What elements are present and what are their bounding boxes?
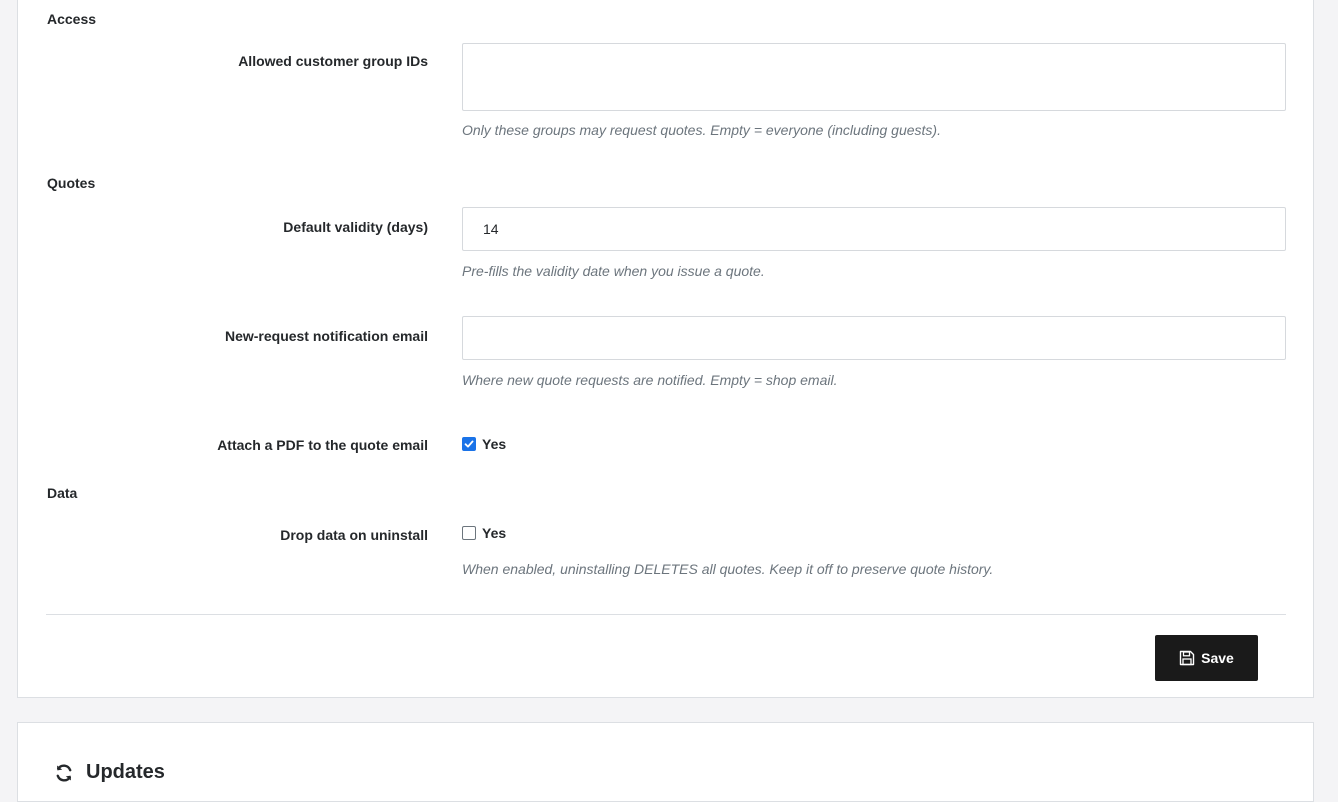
module-settings-panel: Access Allowed customer group IDs Only t… — [17, 0, 1314, 698]
allowed-groups-label: Allowed customer group IDs — [238, 53, 428, 69]
notification-email-help: Where new quote requests are notified. E… — [462, 372, 838, 388]
attach-pdf-option-label: Yes — [482, 436, 507, 452]
attach-pdf-checkbox[interactable] — [462, 437, 476, 451]
drop-data-help: When enabled, uninstalling DELETES all q… — [462, 561, 994, 577]
drop-data-label: Drop data on uninstall — [280, 527, 428, 543]
form-divider — [46, 614, 1286, 615]
default-validity-input[interactable] — [462, 207, 1286, 251]
save-button-label: Save — [1201, 650, 1234, 666]
notification-email-input[interactable] — [462, 316, 1286, 360]
drop-data-checkbox[interactable] — [462, 526, 476, 540]
section-title-access: Access — [47, 11, 97, 27]
allowed-groups-input[interactable] — [462, 43, 1286, 111]
drop-data-option[interactable]: Yes — [462, 525, 506, 541]
refresh-icon — [54, 763, 74, 783]
default-validity-help: Pre-fills the validity date when you iss… — [462, 263, 765, 279]
section-title-quotes: Quotes — [47, 175, 96, 191]
floppy-disk-icon — [1179, 650, 1195, 666]
save-button[interactable]: Save — [1155, 635, 1258, 681]
attach-pdf-option[interactable]: Yes — [462, 436, 506, 452]
default-validity-label: Default validity (days) — [283, 219, 428, 235]
updates-panel: Updates — [17, 722, 1314, 802]
updates-header: Updates — [54, 761, 165, 784]
drop-data-option-label: Yes — [482, 525, 507, 541]
updates-title: Updates — [86, 761, 165, 783]
notification-email-label: New-request notification email — [224, 328, 428, 344]
checkmark-icon — [464, 440, 474, 448]
section-title-data: Data — [47, 485, 78, 501]
attach-pdf-label: Attach a PDF to the quote email — [217, 437, 428, 453]
allowed-groups-help: Only these groups may request quotes. Em… — [462, 122, 941, 138]
